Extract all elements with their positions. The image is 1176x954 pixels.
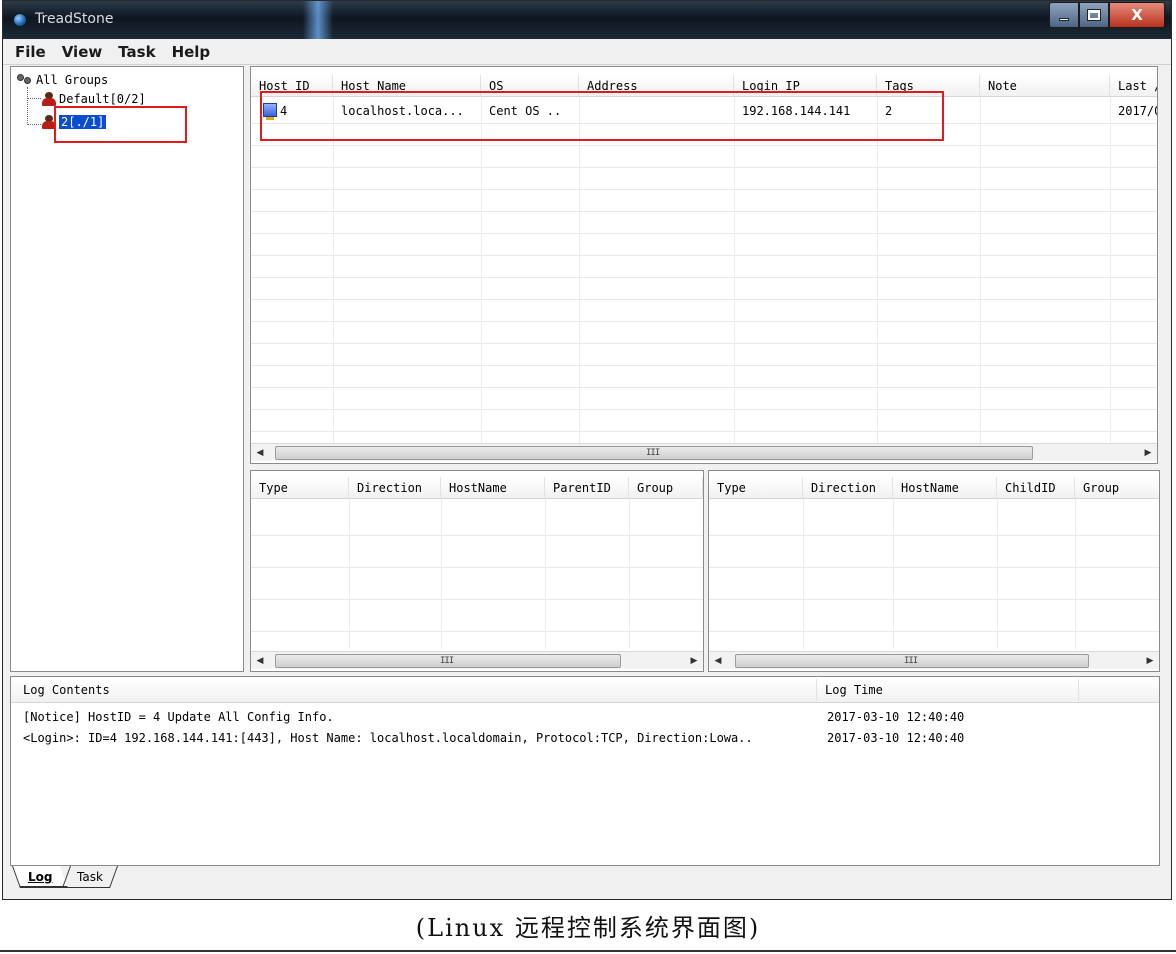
- menu-file[interactable]: File: [15, 43, 46, 61]
- title-bar[interactable]: TreadStone X: [3, 1, 1171, 39]
- column-group[interactable]: Group: [629, 477, 703, 499]
- menu-bar: File View Task Help: [3, 39, 1171, 65]
- window-title: TreadStone: [35, 11, 114, 27]
- figure-caption: (Linux 远程控制系统界面图): [415, 914, 761, 942]
- close-button[interactable]: X: [1109, 2, 1165, 28]
- child-table-hscrollbar[interactable]: ◀ III ▶: [709, 651, 1159, 669]
- menu-view[interactable]: View: [62, 43, 103, 61]
- log-entry-text: [Notice] HostID = 4 Update All Config In…: [23, 710, 334, 724]
- column-log-time[interactable]: Log Time: [817, 679, 1079, 701]
- tab-task[interactable]: Task: [61, 866, 119, 888]
- column-log-contents[interactable]: Log Contents: [11, 679, 817, 701]
- parent-table-header: Type Direction HostName ParentID Group: [251, 477, 703, 499]
- tree-item-label: Default[0/2]: [59, 92, 146, 106]
- scroll-right-icon[interactable]: ▶: [685, 652, 703, 670]
- menu-task[interactable]: Task: [118, 43, 155, 61]
- cell-last: 2017/0: [1118, 104, 1158, 118]
- column-type[interactable]: Type: [251, 477, 349, 499]
- parent-table-hscrollbar[interactable]: ◀ III ▶: [251, 651, 703, 669]
- column-direction[interactable]: Direction: [349, 477, 441, 499]
- window-controls: X: [1049, 2, 1165, 28]
- column-note[interactable]: Note: [980, 75, 1110, 97]
- log-entry-time: 2017-03-10 12:40:40: [827, 731, 965, 745]
- tab-log[interactable]: Log: [11, 866, 69, 888]
- log-pane[interactable]: Log Contents Log Time [Notice] HostID = …: [10, 676, 1160, 866]
- bottom-divider: [0, 950, 1176, 952]
- title-glow: [303, 1, 333, 39]
- highlight-box-host-row: [260, 91, 944, 141]
- tree-connector: [27, 98, 41, 99]
- column-type[interactable]: Type: [709, 477, 803, 499]
- tree-item-label: All Groups: [36, 73, 109, 87]
- all-groups-icon: [17, 73, 33, 87]
- scroll-left-icon[interactable]: ◀: [709, 652, 727, 670]
- scroll-thumb[interactable]: III: [275, 654, 621, 668]
- log-header: Log Contents Log Time: [11, 679, 1159, 703]
- menu-help[interactable]: Help: [172, 43, 211, 61]
- column-parentid[interactable]: ParentID: [545, 477, 629, 499]
- minimize-icon: [1059, 17, 1069, 21]
- tree-connector: [27, 87, 28, 125]
- group-tree[interactable]: All Groups Default[0/2] 2[./1]: [10, 66, 244, 672]
- column-direction[interactable]: Direction: [803, 477, 893, 499]
- parent-link-table[interactable]: Type Direction HostName ParentID Group ◀…: [250, 470, 704, 672]
- column-last[interactable]: Last /: [1110, 75, 1157, 97]
- bottom-tabs: Log Task: [10, 866, 1160, 892]
- column-childid[interactable]: ChildID: [997, 477, 1075, 499]
- host-table-hscrollbar[interactable]: ◀ III ▶: [251, 443, 1157, 461]
- highlight-box-group: [54, 106, 187, 143]
- close-icon: X: [1131, 6, 1143, 24]
- scroll-left-icon[interactable]: ◀: [251, 652, 269, 670]
- tree-connector: [27, 124, 41, 125]
- log-entry-text: <Login>: ID=4 192.168.144.141:[443], Hos…: [23, 731, 753, 745]
- scroll-thumb[interactable]: III: [735, 654, 1089, 668]
- scroll-thumb[interactable]: III: [275, 446, 1033, 460]
- child-table-header: Type Direction HostName ChildID Group: [709, 477, 1159, 499]
- app-globe-icon: [13, 13, 27, 27]
- maximize-icon: [1087, 9, 1101, 21]
- child-link-table[interactable]: Type Direction HostName ChildID Group ◀ …: [708, 470, 1160, 672]
- cell-note: [980, 100, 1110, 122]
- scroll-right-icon[interactable]: ▶: [1141, 652, 1159, 670]
- tree-item-all-groups[interactable]: All Groups: [17, 71, 108, 89]
- scroll-right-icon[interactable]: ▶: [1139, 444, 1157, 462]
- minimize-button[interactable]: [1049, 2, 1079, 28]
- scroll-left-icon[interactable]: ◀: [251, 444, 269, 462]
- column-group[interactable]: Group: [1075, 477, 1159, 499]
- group-icon: [41, 92, 56, 106]
- column-hostname[interactable]: HostName: [893, 477, 997, 499]
- column-hostname[interactable]: HostName: [441, 477, 545, 499]
- maximize-button[interactable]: [1079, 2, 1109, 28]
- log-entry-time: 2017-03-10 12:40:40: [827, 710, 965, 724]
